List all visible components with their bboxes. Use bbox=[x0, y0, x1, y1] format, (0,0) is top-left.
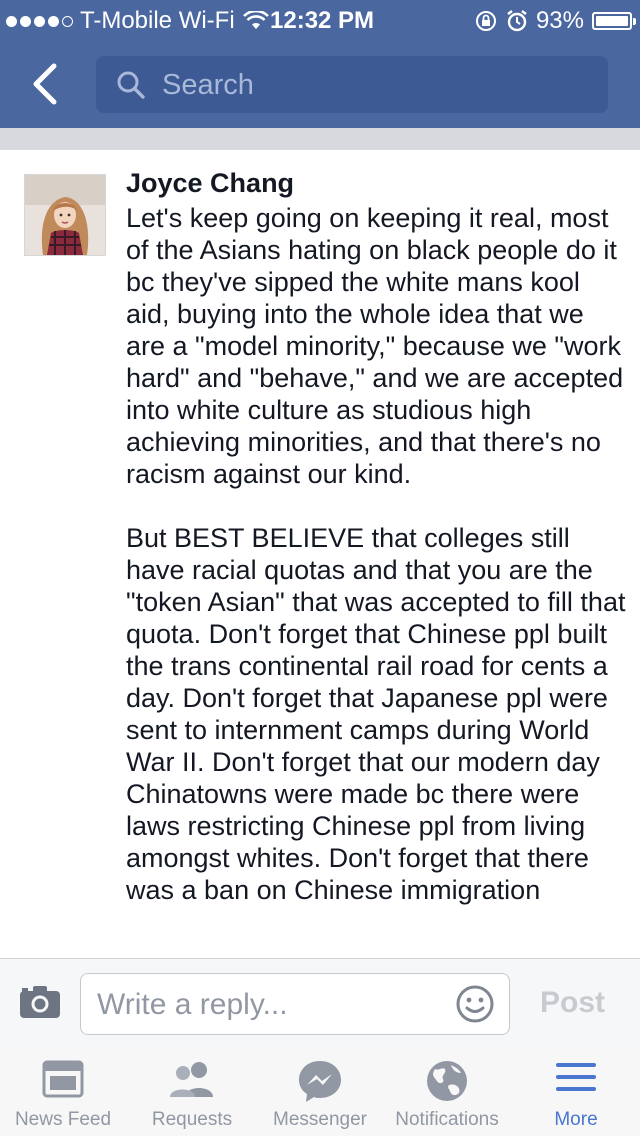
search-placeholder: Search bbox=[162, 69, 254, 101]
carrier-name: T-Mobile Wi-Fi bbox=[80, 7, 235, 34]
avatar[interactable] bbox=[24, 174, 106, 256]
news-feed-icon bbox=[42, 1060, 84, 1098]
battery-percent: 93% bbox=[535, 7, 584, 34]
rotation-lock-icon bbox=[475, 11, 496, 31]
tab-notifications[interactable]: Notifications bbox=[382, 1049, 512, 1136]
navigation-bar: Search bbox=[0, 40, 640, 128]
tab-label: News Feed bbox=[14, 1109, 112, 1130]
tab-bar: News Feed Requests Messenger Notificatio… bbox=[0, 1049, 640, 1136]
comment-thread[interactable]: Joyce Chang Let's keep going on keeping … bbox=[0, 150, 640, 958]
emoji-icon[interactable] bbox=[455, 984, 495, 1024]
tab-label: More bbox=[554, 1109, 598, 1130]
signal-strength-icon bbox=[6, 15, 73, 27]
post-button[interactable]: Post bbox=[540, 986, 605, 1020]
top-bar: T-Mobile Wi-Fi 12:32 PM 93% Search bbox=[0, 0, 640, 128]
tab-messenger[interactable]: Messenger bbox=[258, 1049, 382, 1136]
camera-button[interactable] bbox=[18, 984, 62, 1025]
status-right: 93% bbox=[474, 7, 636, 35]
status-bar: T-Mobile Wi-Fi 12:32 PM 93% bbox=[0, 0, 640, 40]
chevron-left-icon bbox=[33, 63, 57, 105]
camera-icon bbox=[20, 986, 60, 1018]
reply-bar: Post bbox=[0, 958, 640, 1050]
tab-news-feed[interactable]: News Feed bbox=[0, 1049, 126, 1136]
friend-requests-icon bbox=[170, 1062, 213, 1097]
search-bar[interactable]: Search bbox=[96, 56, 608, 113]
search-icon bbox=[117, 71, 145, 99]
back-button[interactable] bbox=[28, 62, 62, 106]
tab-requests[interactable]: Requests bbox=[126, 1049, 258, 1136]
comment-body: Let's keep going on keeping it real, mos… bbox=[126, 202, 626, 906]
profile-photo bbox=[25, 175, 105, 255]
alarm-icon bbox=[507, 10, 527, 32]
comment-paragraph: But BEST BELIEVE that colleges still hav… bbox=[126, 523, 626, 905]
globe-icon bbox=[427, 1061, 467, 1101]
carrier-info: T-Mobile Wi-Fi bbox=[6, 7, 269, 35]
wifi-icon bbox=[242, 11, 269, 29]
battery-icon bbox=[592, 12, 636, 30]
menu-icon bbox=[556, 1063, 596, 1091]
tab-label: Requests bbox=[151, 1109, 233, 1130]
reply-input[interactable] bbox=[95, 984, 439, 1026]
comment-author[interactable]: Joyce Chang bbox=[126, 168, 294, 199]
header-divider bbox=[0, 128, 640, 150]
tab-more[interactable]: More bbox=[512, 1049, 640, 1136]
reply-field[interactable] bbox=[80, 973, 510, 1035]
messenger-icon bbox=[299, 1061, 341, 1102]
clock: 12:32 PM bbox=[270, 7, 375, 34]
tab-label: Messenger bbox=[273, 1109, 367, 1130]
tab-label: Notifications bbox=[395, 1109, 499, 1130]
comment-paragraph: Let's keep going on keeping it real, mos… bbox=[126, 203, 624, 489]
